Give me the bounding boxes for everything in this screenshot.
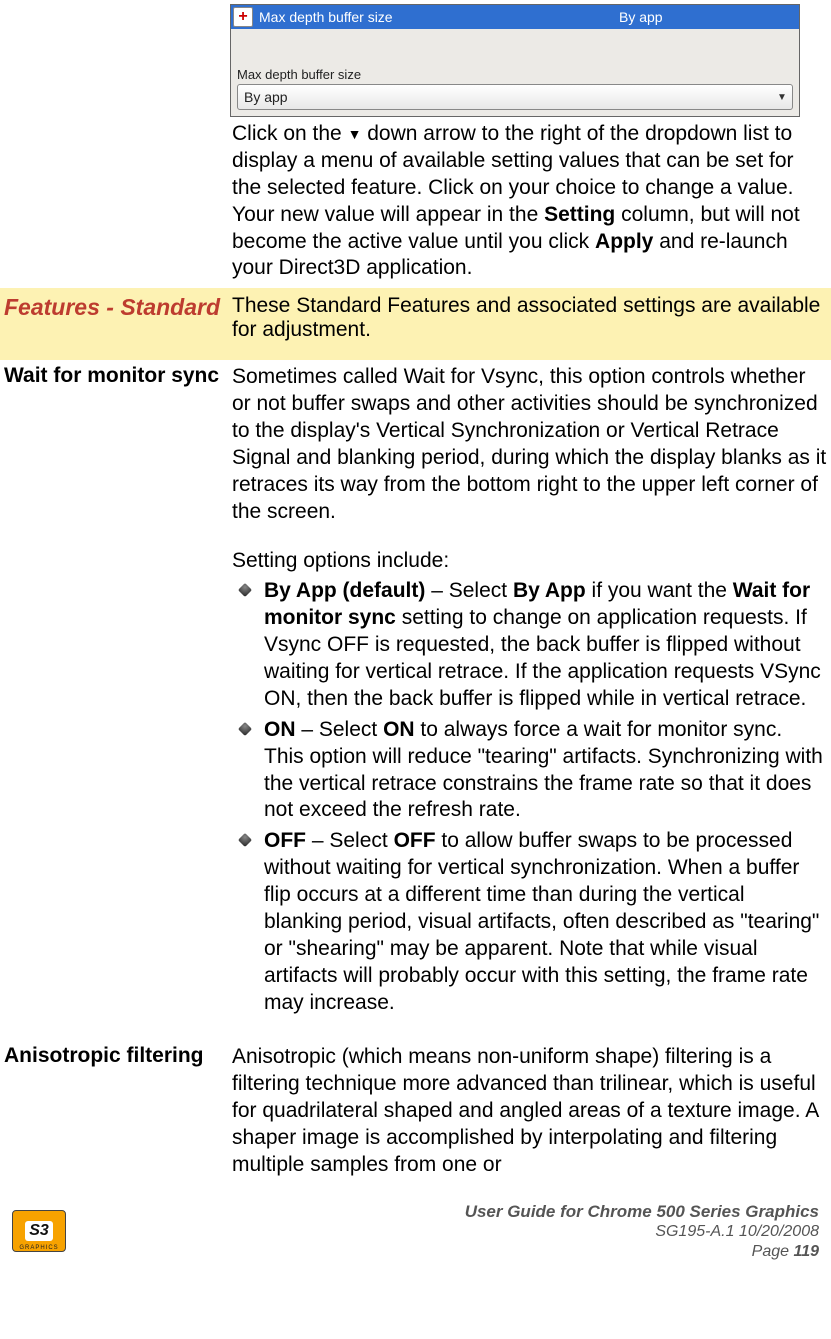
bold-text: ON	[383, 718, 415, 741]
settings-row-label: Max depth buffer size	[259, 9, 619, 25]
footer-title: User Guide for Chrome 500 Series Graphic…	[66, 1201, 819, 1222]
bold-text: OFF	[264, 829, 306, 852]
text: – Select	[296, 718, 384, 741]
wait-sync-options: By App (default) – Select By App if you …	[232, 578, 827, 1016]
logo-subtext: GRAPHICS	[12, 1245, 66, 1251]
bold-text: Apply	[595, 230, 653, 253]
chevron-down-icon: ▼	[772, 92, 792, 103]
option-by-app: By App (default) – Select By App if you …	[232, 578, 827, 712]
down-triangle-icon: ▼	[348, 127, 362, 141]
intro-paragraph: Click on the ▼ down arrow to the right o…	[232, 121, 827, 282]
footer-doc-info: SG195-A.1 10/20/2008	[66, 1222, 819, 1242]
text: Page	[752, 1243, 794, 1260]
depth-buffer-dropdown[interactable]: By app ▼	[237, 84, 793, 110]
group-label: Max depth buffer size	[231, 65, 799, 84]
text: – Select	[425, 579, 513, 602]
settings-list-row-selected: + Max depth buffer size By app	[231, 5, 799, 29]
logo-text: S3	[25, 1221, 53, 1241]
text: if you want the	[586, 579, 733, 602]
settings-widget-screenshot: + Max depth buffer size By app Max depth…	[230, 4, 800, 117]
settings-row-value: By app	[619, 9, 799, 25]
footer-page: Page 119	[66, 1242, 819, 1262]
features-standard-desc: These Standard Features and associated s…	[228, 288, 831, 360]
wait-for-monitor-sync-heading: Wait for monitor sync	[0, 360, 228, 1026]
text: Click on the	[232, 122, 348, 145]
bold-text: Setting	[544, 203, 615, 226]
plus-icon: +	[233, 7, 253, 27]
anisotropic-filtering-heading: Anisotropic filtering	[0, 1026, 228, 1184]
bold-text: By App	[513, 579, 586, 602]
wait-sync-p2: Setting options include:	[232, 548, 827, 575]
bold-text: By App (default)	[264, 579, 425, 602]
anisotropic-filtering-p1: Anisotropic (which means non-uniform sha…	[232, 1044, 827, 1178]
page-number: 119	[793, 1243, 819, 1260]
option-on: ON – Select ON to always force a wait fo…	[232, 717, 827, 825]
option-off: OFF – Select OFF to allow buffer swaps t…	[232, 828, 827, 1016]
text: – Select	[306, 829, 394, 852]
text: to allow buffer swaps to be processed wi…	[264, 829, 819, 1013]
dropdown-selected-value: By app	[238, 89, 772, 105]
bold-text: ON	[264, 718, 296, 741]
features-standard-heading: Features - Standard	[0, 288, 228, 360]
bold-text: OFF	[394, 829, 436, 852]
page-footer: S3 GRAPHICS User Guide for Chrome 500 Se…	[0, 1185, 831, 1274]
s3-graphics-logo: S3 GRAPHICS	[12, 1210, 66, 1252]
wait-sync-p1: Sometimes called Wait for Vsync, this op…	[232, 364, 827, 525]
